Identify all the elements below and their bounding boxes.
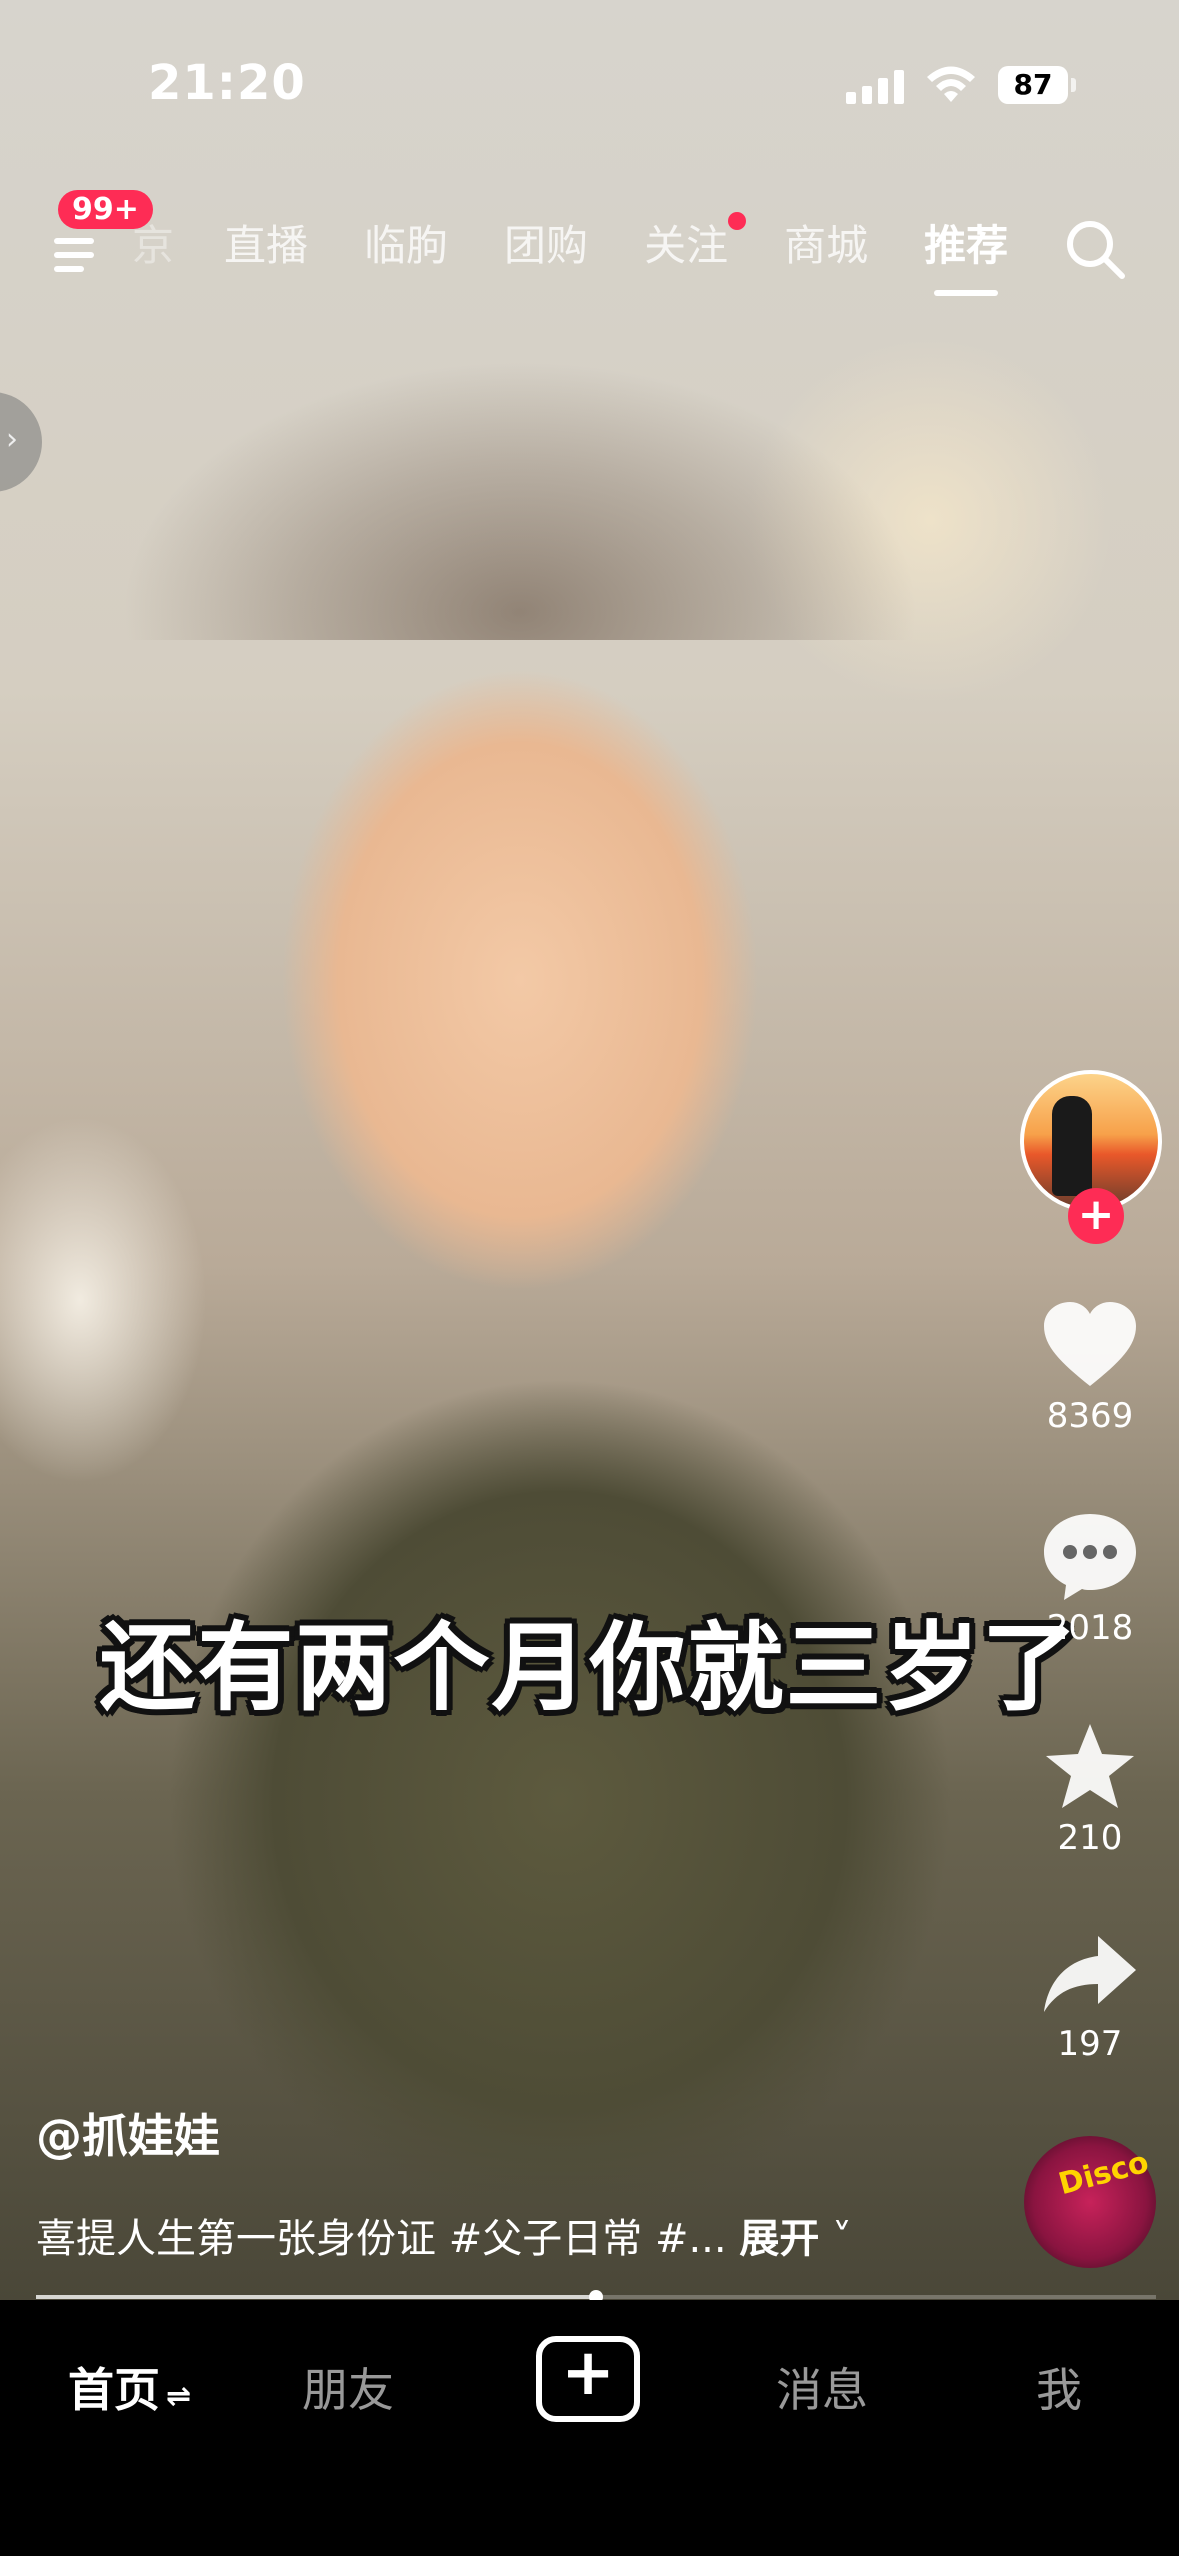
like-count: 8369 bbox=[1046, 1396, 1134, 1436]
menu-icon bbox=[54, 238, 94, 244]
share-button[interactable]: 197 bbox=[1010, 1930, 1170, 2064]
video-subtitle: 还有两个月你就三岁了 bbox=[99, 1612, 1080, 1724]
signal-icon bbox=[846, 68, 908, 104]
author-avatar[interactable]: + bbox=[1020, 1070, 1162, 1244]
video-progress-bar[interactable] bbox=[36, 2290, 1156, 2304]
top-nav: 99+ 京 直播 临朐 团购 关注 商城 推荐 bbox=[0, 190, 1179, 320]
author-name[interactable]: @抓娃娃 bbox=[36, 2100, 220, 2166]
nav-home[interactable]: 首页 ⇌ bbox=[68, 2354, 191, 2420]
heart-icon bbox=[1044, 1302, 1136, 1386]
comment-icon bbox=[1044, 1514, 1136, 1600]
like-button[interactable]: 8369 bbox=[1010, 1300, 1170, 1436]
tab-city[interactable]: 临朐 bbox=[364, 212, 448, 292]
unread-dot bbox=[728, 212, 747, 230]
chevron-down-icon: ˅ bbox=[819, 2216, 853, 2262]
status-time: 21:20 bbox=[148, 55, 306, 111]
music-disc[interactable]: Disco bbox=[1024, 2136, 1156, 2268]
wifi-icon bbox=[927, 66, 975, 102]
nav-tabs: 京 直播 临朐 团购 关注 商城 推荐 bbox=[132, 212, 1064, 296]
comment-count: 2018 bbox=[1046, 1608, 1134, 1648]
tab-mall[interactable]: 商城 bbox=[784, 212, 868, 292]
video-caption[interactable]: 喜提人生第一张身份证 #父子日常 #... 展开 ˅ bbox=[36, 2206, 852, 2264]
follow-button[interactable]: + bbox=[1068, 1188, 1124, 1244]
star-icon bbox=[1046, 1724, 1134, 1808]
tab-local[interactable]: 京 bbox=[132, 212, 174, 292]
menu-button[interactable] bbox=[44, 220, 114, 290]
favorite-button[interactable]: 210 bbox=[1010, 1720, 1170, 1858]
tab-live[interactable]: 直播 bbox=[224, 212, 308, 292]
comment-button[interactable]: 2018 bbox=[1010, 1510, 1170, 1648]
tab-following-label: 关注 bbox=[644, 221, 729, 270]
disc-label: Disco bbox=[1055, 2144, 1153, 2203]
share-count: 197 bbox=[1057, 2024, 1123, 2064]
video-player[interactable] bbox=[0, 0, 1179, 2300]
status-bar: 21:20 87 bbox=[0, 0, 1179, 170]
bottom-nav: 首页 ⇌ 朋友 + 消息 我 bbox=[0, 2300, 1179, 2556]
nav-messages[interactable]: 消息 bbox=[776, 2354, 868, 2420]
search-icon[interactable] bbox=[1060, 214, 1130, 284]
tab-following[interactable]: 关注 bbox=[644, 212, 747, 292]
chevron-right-icon: › bbox=[6, 422, 18, 457]
create-button[interactable]: + bbox=[536, 2336, 640, 2422]
caption-text: 喜提人生第一张身份证 #父子日常 #... bbox=[36, 2216, 727, 2262]
battery-icon: 87 bbox=[998, 66, 1076, 104]
nav-friends[interactable]: 朋友 bbox=[302, 2354, 394, 2420]
video-frame-detail bbox=[120, 360, 920, 640]
tab-recommend[interactable]: 推荐 bbox=[924, 212, 1008, 296]
progress-fill bbox=[36, 2295, 596, 2299]
nav-me[interactable]: 我 bbox=[1036, 2354, 1082, 2420]
nav-home-label: 首页 bbox=[68, 2363, 160, 2417]
expand-link[interactable]: 展开 bbox=[739, 2216, 819, 2262]
plus-icon: + bbox=[561, 2336, 615, 2410]
swap-icon: ⇌ bbox=[166, 2379, 192, 2414]
tab-group-buy[interactable]: 团购 bbox=[504, 212, 588, 292]
favorite-count: 210 bbox=[1057, 1818, 1123, 1858]
share-icon bbox=[1044, 1936, 1136, 2012]
